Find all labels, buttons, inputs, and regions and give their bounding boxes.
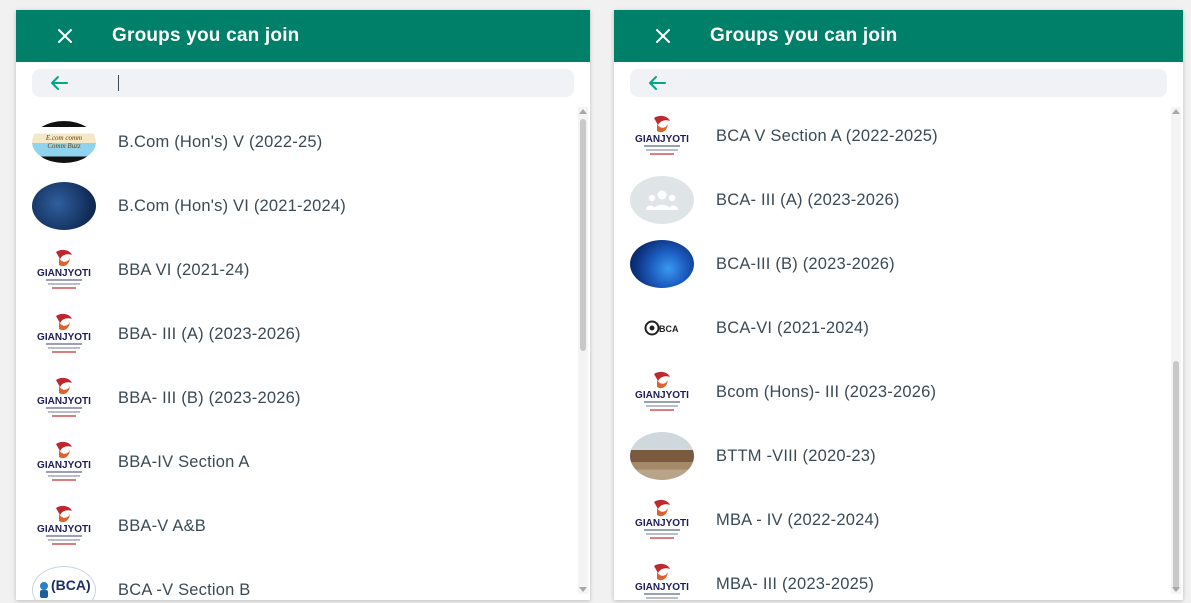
gianjyoti-logo-icon: GIANJYOTI — [630, 496, 694, 544]
group-row[interactable]: BCA-III (B) (2023-2026) — [614, 235, 1169, 299]
group-name: BBA- III (A) (2023-2026) — [118, 325, 301, 343]
group-row[interactable]: GIANJYOTI BBA-V A&B — [16, 497, 576, 561]
blue-abstract-photo — [32, 182, 96, 230]
logo-text: GIANJYOTI — [37, 268, 91, 279]
logo-text: GIANJYOTI — [635, 582, 689, 593]
scroll-up-icon[interactable] — [579, 109, 587, 114]
search-bar — [32, 69, 574, 97]
avatar-caption: (BCA) — [51, 577, 91, 593]
panel-title: Groups you can join — [710, 25, 898, 46]
bca-logo-icon: BCA — [630, 304, 694, 352]
scrollbar[interactable] — [578, 107, 588, 594]
logo-text: GIANJYOTI — [635, 518, 689, 529]
group-name: MBA - IV (2022-2024) — [716, 511, 880, 529]
group-list: E.com comm Comm Buzz B.Com (Hon's) V (20… — [16, 107, 590, 600]
group-row[interactable]: (BCA) BCA -V Section B — [16, 561, 576, 600]
logo-text: GIANJYOTI — [37, 332, 91, 343]
group-row[interactable]: BCA BCA-VI (2021-2024) — [614, 299, 1169, 363]
ecom-community-icon: E.com comm Comm Buzz — [32, 118, 96, 166]
back-button[interactable] — [50, 74, 70, 92]
arrow-left-icon — [649, 76, 666, 90]
panel-header: Groups you can join — [614, 10, 1183, 62]
close-button[interactable] — [650, 23, 676, 49]
scroll-up-icon[interactable] — [1172, 109, 1180, 114]
search-input[interactable] — [714, 73, 1114, 93]
blue-globe-photo — [630, 240, 694, 288]
arrow-left-icon — [51, 76, 68, 90]
group-row[interactable]: GIANJYOTI BBA-IV Section A — [16, 433, 576, 497]
group-name: BCA-III (B) (2023-2026) — [716, 255, 895, 273]
group-name: BCA -V Section B — [118, 581, 251, 599]
close-icon — [656, 29, 670, 43]
group-name: BBA-V A&B — [118, 517, 207, 535]
group-row[interactable]: GIANJYOTI MBA - IV (2022-2024) — [614, 491, 1169, 555]
group-row[interactable]: GIANJYOTI BBA- III (A) (2023-2026) — [16, 305, 576, 369]
gianjyoti-logo-icon: GIANJYOTI — [32, 438, 96, 486]
group-name: BTTM -VIII (2020-23) — [716, 447, 876, 465]
group-row[interactable]: GIANJYOTI BBA- III (B) (2023-2026) — [16, 369, 576, 433]
avatar-caption: BCA — [659, 324, 679, 334]
close-button[interactable] — [52, 23, 78, 49]
group-name: Bcom (Hons)- III (2023-2026) — [716, 383, 937, 401]
logo-text: GIANJYOTI — [37, 460, 91, 471]
back-button[interactable] — [648, 74, 668, 92]
group-row[interactable]: E.com comm Comm Buzz B.Com (Hon's) V (20… — [16, 113, 576, 177]
scroll-thumb[interactable] — [580, 119, 586, 351]
group-name: BCA-VI (2021-2024) — [716, 319, 870, 337]
logo-text: GIANJYOTI — [37, 524, 91, 535]
group-list: GIANJYOTI BCA V Section A (2022-2025) BC… — [614, 107, 1183, 600]
gianjyoti-logo-icon: GIANJYOTI — [630, 368, 694, 416]
campus-building-photo — [630, 432, 694, 480]
close-icon — [58, 29, 72, 43]
group-name: MBA- III (2023-2025) — [716, 575, 875, 593]
scroll-down-icon[interactable] — [1172, 587, 1180, 592]
logo-text: GIANJYOTI — [37, 396, 91, 407]
group-row[interactable]: GIANJYOTI MBA- III (2023-2025) — [614, 555, 1169, 600]
gianjyoti-logo-icon: GIANJYOTI — [32, 374, 96, 422]
gianjyoti-logo-icon: GIANJYOTI — [32, 310, 96, 358]
search-input[interactable] — [116, 73, 516, 93]
group-row[interactable]: GIANJYOTI Bcom (Hons)- III (2023-2026) — [614, 363, 1169, 427]
scrollbar[interactable] — [1171, 107, 1181, 594]
logo-text: GIANJYOTI — [635, 134, 689, 145]
scroll-down-icon[interactable] — [579, 587, 587, 592]
avatar-caption: E.com comm Comm Buzz — [45, 134, 83, 150]
gianjyoti-logo-icon: GIANJYOTI — [630, 560, 694, 600]
bca-department-icon: (BCA) — [32, 566, 96, 600]
scroll-thumb[interactable] — [1173, 361, 1179, 591]
group-row[interactable]: BCA- III (A) (2023-2026) — [614, 171, 1169, 235]
panel-header: Groups you can join — [16, 10, 590, 62]
group-name: BBA VI (2021-24) — [118, 261, 250, 279]
group-name: BBA- III (B) (2023-2026) — [118, 389, 301, 407]
logo-text: GIANJYOTI — [635, 390, 689, 401]
search-bar — [630, 69, 1167, 97]
text-caret — [118, 75, 119, 91]
group-name: B.Com (Hon's) VI (2021-2024) — [118, 197, 346, 215]
gianjyoti-logo-icon: GIANJYOTI — [630, 112, 694, 160]
groups-panel-right: Groups you can join GIANJYOTI BCA V Sect… — [614, 10, 1183, 600]
group-row[interactable]: GIANJYOTI BCA V Section A (2022-2025) — [614, 107, 1169, 171]
gianjyoti-logo-icon: GIANJYOTI — [32, 502, 96, 550]
default-group-icon — [630, 176, 694, 224]
group-row[interactable]: BTTM -VIII (2020-23) — [614, 427, 1169, 491]
gianjyoti-logo-icon: GIANJYOTI — [32, 246, 96, 294]
group-row[interactable]: GIANJYOTI BBA VI (2021-24) — [16, 241, 576, 305]
group-name: BCA V Section A (2022-2025) — [716, 127, 938, 145]
group-row[interactable]: B.Com (Hon's) VI (2021-2024) — [16, 177, 576, 241]
group-name: B.Com (Hon's) V (2022-25) — [118, 133, 323, 151]
panel-title: Groups you can join — [112, 25, 300, 46]
group-name: BCA- III (A) (2023-2026) — [716, 191, 900, 209]
group-name: BBA-IV Section A — [118, 453, 250, 471]
groups-panel-left: Groups you can join E.com comm Comm Buzz… — [16, 10, 590, 600]
